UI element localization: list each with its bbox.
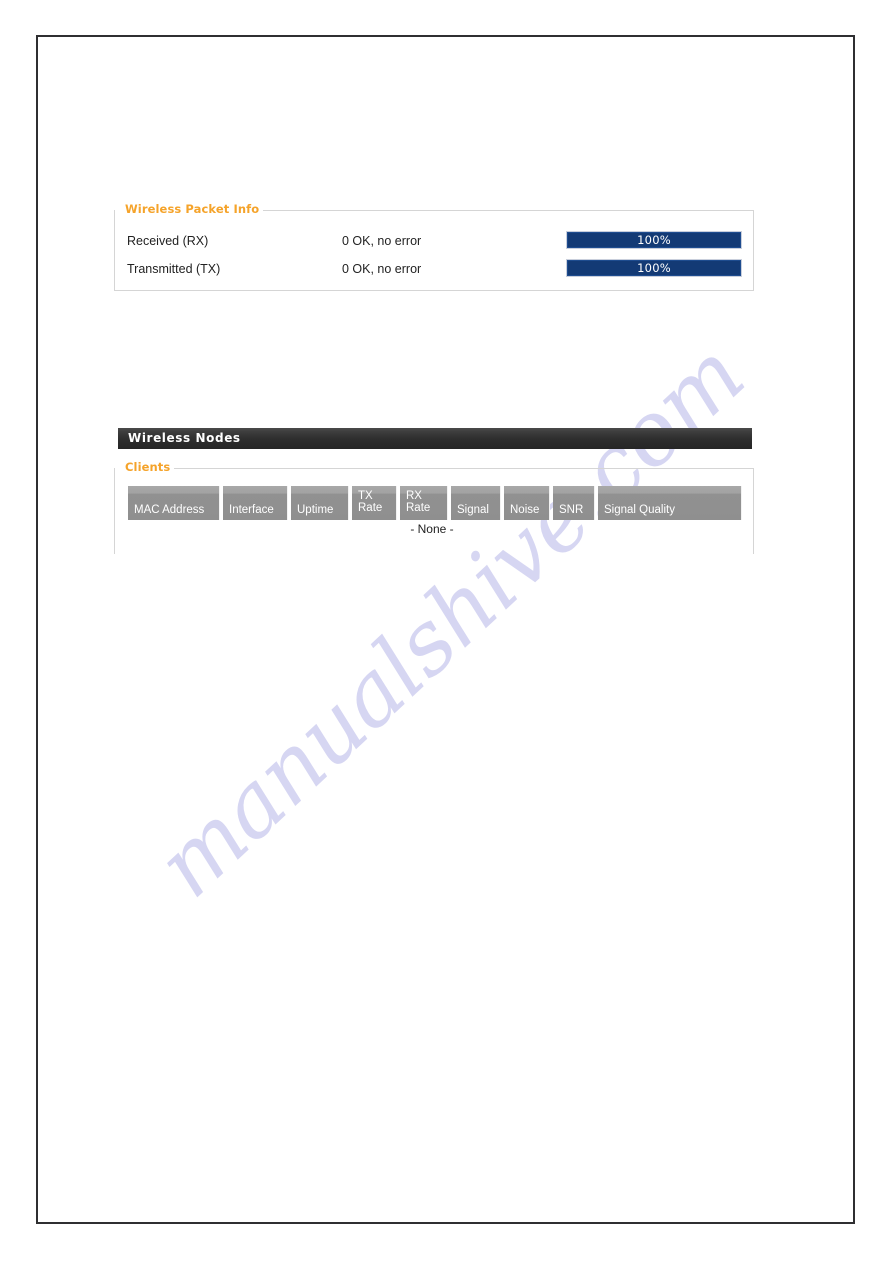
packet-panel-top-rule: [246, 210, 754, 211]
clients-empty-message: - None -: [410, 522, 454, 536]
clients-column-header[interactable]: Uptime: [291, 486, 349, 520]
clients-column-header[interactable]: SNR: [553, 486, 595, 520]
received-value: 0 OK, no error: [342, 234, 422, 248]
clients-column-header[interactable]: Signal Quality: [598, 486, 742, 520]
clients-column-header[interactable]: Interface: [223, 486, 288, 520]
clients-column-header[interactable]: Noise: [504, 486, 550, 520]
wireless-nodes-title: Wireless Nodes: [128, 431, 241, 445]
clients-table-header-row: MAC Address Interface Uptime TX Rate RX Rate…: [128, 486, 742, 520]
wireless-nodes-title-bar: Wireless Nodes: [118, 428, 752, 449]
document-page: manualshive.com Wireless Packet Info Rec…: [0, 0, 893, 1263]
transmitted-label: Transmitted (TX): [127, 262, 221, 276]
transmitted-value: 0 OK, no error: [342, 262, 422, 276]
clients-legend: Clients: [123, 460, 175, 474]
wireless-packet-info-panel: Wireless Packet Info Received (RX) 0 OK,…: [114, 202, 754, 291]
packet-row-transmitted: Transmitted (TX) 0 OK, no error 100%: [114, 258, 754, 286]
packet-row-received: Received (RX) 0 OK, no error 100%: [114, 230, 754, 258]
received-progress-label: 100%: [637, 233, 671, 247]
transmitted-progress-bar: 100%: [566, 259, 742, 277]
transmitted-progress-label: 100%: [637, 261, 671, 275]
page-content: Wireless Packet Info Received (RX) 0 OK,…: [0, 0, 893, 1263]
clients-column-header[interactable]: MAC Address: [128, 486, 220, 520]
clients-panel: Clients MAC Address Interface Uptime TX Rat…: [114, 460, 754, 554]
clients-panel-top-rule: [166, 468, 754, 469]
clients-column-header[interactable]: TX Rate: [352, 486, 397, 520]
wireless-packet-info-legend: Wireless Packet Info: [123, 202, 264, 216]
clients-column-header[interactable]: Signal: [451, 486, 501, 520]
clients-column-header[interactable]: RX Rate: [400, 486, 448, 520]
received-progress-bar: 100%: [566, 231, 742, 249]
received-label: Received (RX): [127, 234, 209, 248]
